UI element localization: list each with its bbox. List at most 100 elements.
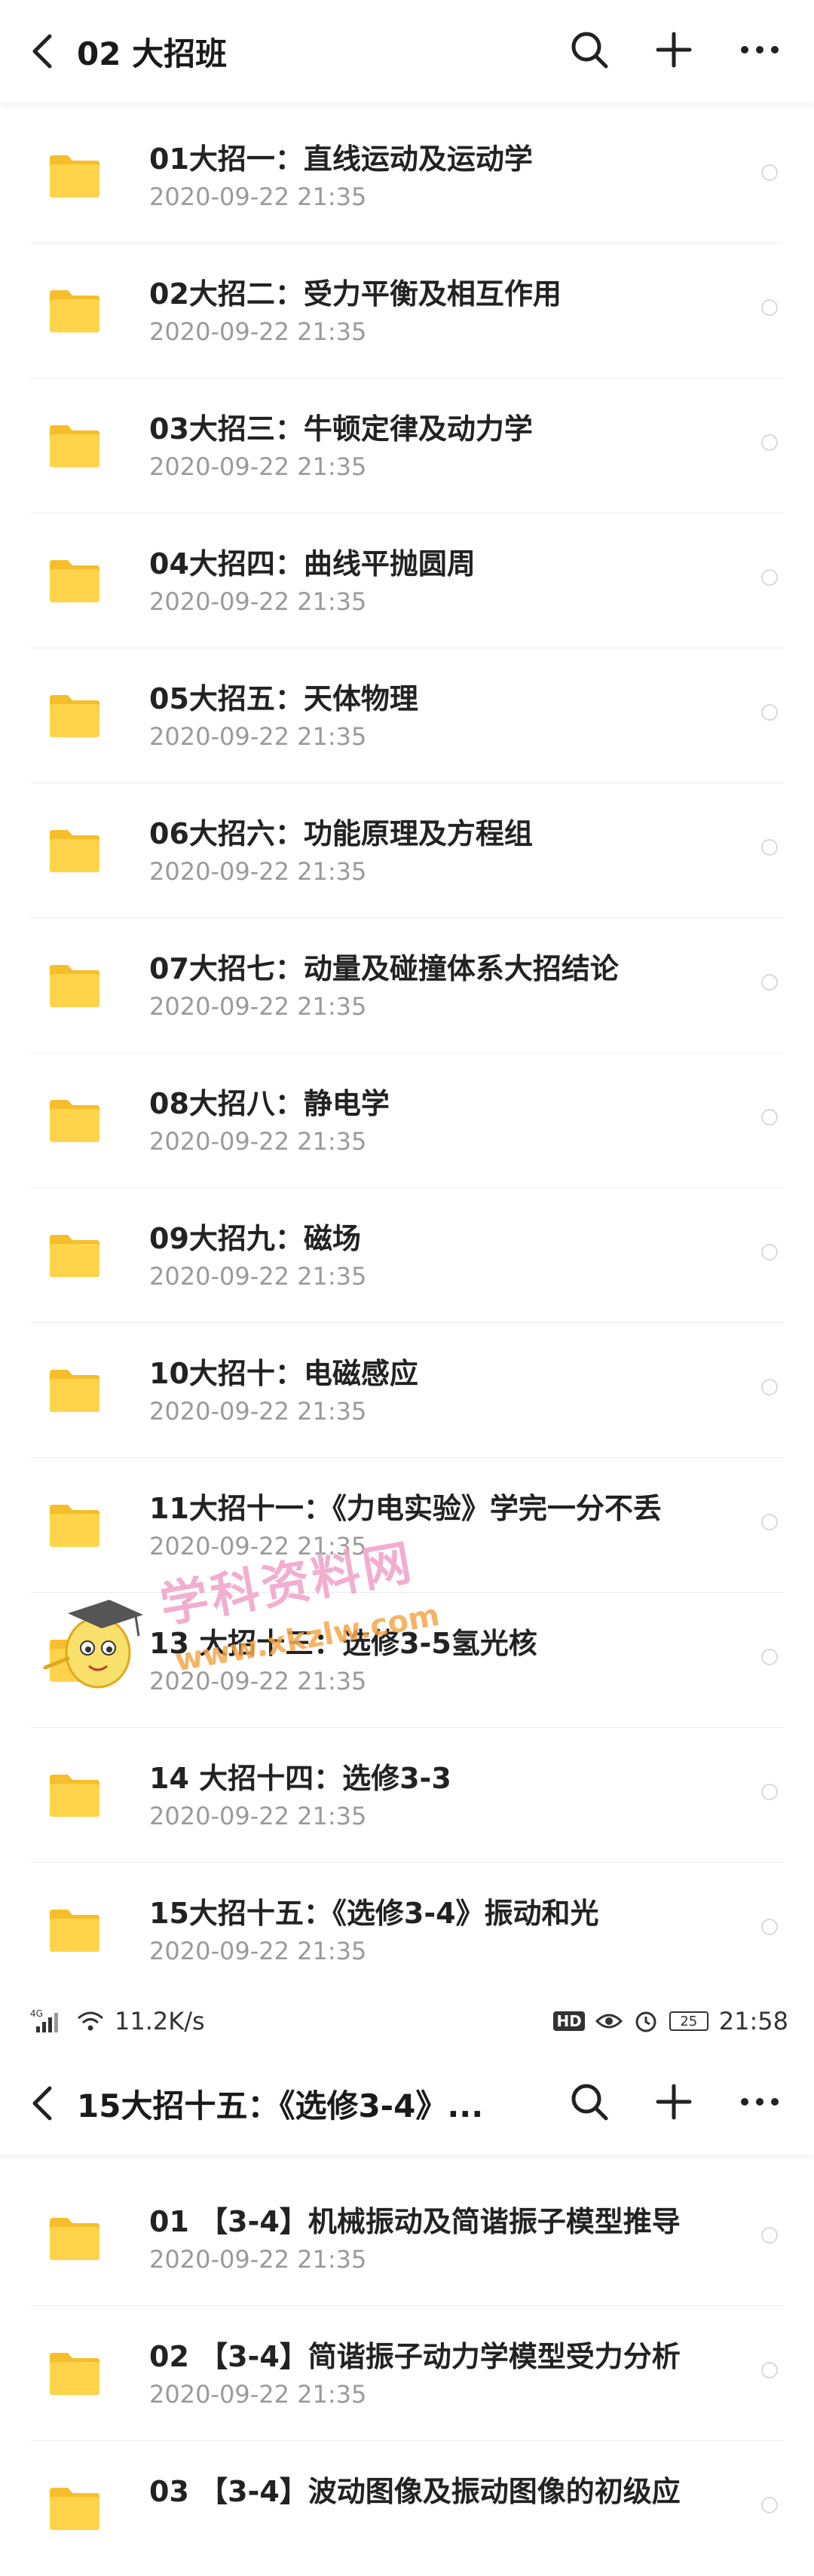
radio-icon[interactable] <box>761 1109 778 1126</box>
radio-icon[interactable] <box>761 164 778 181</box>
add-button[interactable] <box>650 2078 698 2126</box>
item-date: 2020-09-22 21:35 <box>149 1937 367 1965</box>
plus-icon <box>656 32 692 68</box>
radio-icon[interactable] <box>761 1784 778 1800</box>
back-arrow-icon <box>32 2086 52 2121</box>
radio-icon[interactable] <box>761 839 778 856</box>
plus-icon <box>656 2084 692 2120</box>
add-button[interactable] <box>650 26 698 74</box>
item-date: 2020-09-22 21:35 <box>149 1262 367 1291</box>
item-date: 2020-09-22 21:35 <box>149 2380 367 2409</box>
folder-icon <box>50 2353 99 2395</box>
svg-text:4G: 4G <box>30 2008 43 2019</box>
file-list-2: 01 【3-4】机械振动及简谐振子模型推导 2020-09-22 21:35 0… <box>0 2171 814 2576</box>
item-date: 2020-09-22 21:35 <box>149 2245 367 2274</box>
item-name: 08大招八：静电学 <box>149 1087 390 1120</box>
item-name: 01 【3-4】机械振动及简谐振子模型推导 <box>149 2205 681 2238</box>
item-date: 2020-09-22 21:35 <box>149 1397 367 1426</box>
signal-icon: 4G <box>30 2008 58 2032</box>
radio-icon[interactable] <box>761 2227 778 2244</box>
item-date: 2020-09-22 21:35 <box>149 452 367 481</box>
item-name: 14 大招十四：选修3-3 <box>149 1762 451 1795</box>
clock: 21:58 <box>718 2007 788 2035</box>
item-name: 02大招二：受力平衡及相互作用 <box>149 277 562 311</box>
search-icon <box>571 32 608 69</box>
radio-icon[interactable] <box>761 1514 778 1530</box>
list-item[interactable]: 13 大招十三：选修3-5氢光核 2020-09-22 21:35 <box>0 1593 814 1728</box>
search-button[interactable] <box>565 2078 614 2126</box>
list-item[interactable]: 10大招十：电磁感应 2020-09-22 21:35 <box>0 1323 814 1458</box>
list-item[interactable]: 09大招九：磁场 2020-09-22 21:35 <box>0 1188 814 1323</box>
more-button[interactable] <box>736 26 784 74</box>
radio-icon[interactable] <box>761 2497 778 2513</box>
item-name: 02 【3-4】简谐振子动力学模型受力分析 <box>149 2340 681 2373</box>
list-item[interactable]: 01大招一：直线运动及运动学 2020-09-22 21:35 <box>0 109 814 244</box>
battery-level: 25 <box>680 2013 698 2029</box>
status-right: HD 25 21:58 <box>553 2007 788 2035</box>
item-date: 2020-09-22 21:35 <box>149 317 367 346</box>
wifi-icon <box>78 2011 103 2031</box>
item-name: 11大招十一：《力电实验》学完一分不丢 <box>149 1492 662 1525</box>
radio-icon[interactable] <box>761 1379 778 1395</box>
radio-icon[interactable] <box>761 299 778 316</box>
more-button[interactable] <box>736 2078 784 2126</box>
folder-icon <box>50 290 99 332</box>
more-icon <box>741 46 779 54</box>
status-bar: 4G 11.2K/s HD 25 21:58 <box>0 1998 814 2051</box>
search-button[interactable] <box>565 26 614 74</box>
folder-icon <box>50 2218 99 2260</box>
item-name: 07大招七：动量及碰撞体系大招结论 <box>149 952 619 985</box>
more-icon <box>741 2098 779 2106</box>
list-item[interactable]: 07大招七：动量及碰撞体系大招结论 2020-09-22 21:35 <box>0 918 814 1053</box>
back-button[interactable] <box>23 25 60 78</box>
radio-icon[interactable] <box>761 434 778 451</box>
item-date: 2020-09-22 21:35 <box>149 992 367 1021</box>
radio-icon[interactable] <box>761 1649 778 1665</box>
folder-icon <box>50 1235 99 1277</box>
folder-icon <box>50 965 99 1007</box>
list-item[interactable]: 05大招五：天体物理 2020-09-22 21:35 <box>0 648 814 783</box>
item-name: 15大招十五：《选修3-4》振动和光 <box>149 1897 599 1930</box>
radio-icon[interactable] <box>761 704 778 721</box>
network-speed: 11.2K/s <box>115 2007 205 2035</box>
item-name: 13 大招十三：选修3-5氢光核 <box>149 1627 537 1660</box>
list-item[interactable]: 14 大招十四：选修3-3 2020-09-22 21:35 <box>0 1728 814 1863</box>
list-item[interactable]: 06大招六：功能原理及方程组 2020-09-22 21:35 <box>0 783 814 918</box>
alarm-icon <box>635 2011 656 2032</box>
list-item[interactable]: 15大招十五：《选修3-4》振动和光 2020-09-22 21:35 <box>0 1863 814 1998</box>
folder-icon <box>50 830 99 872</box>
list-item[interactable]: 08大招八：静电学 2020-09-22 21:35 <box>0 1053 814 1188</box>
item-name: 09大招九：磁场 <box>149 1222 361 1255</box>
item-name: 05大招五：天体物理 <box>149 682 418 715</box>
list-item[interactable]: 11大招十一：《力电实验》学完一分不丢 2020-09-22 21:35 <box>0 1458 814 1593</box>
folder-icon <box>50 1910 99 1952</box>
item-date: 2020-09-22 21:35 <box>149 587 367 616</box>
list-item[interactable]: 01 【3-4】机械振动及简谐振子模型推导 2020-09-22 21:35 <box>0 2171 814 2306</box>
folder-icon <box>50 1505 99 1547</box>
item-date: 2020-09-22 21:35 <box>149 1667 367 1695</box>
item-name: 10大招十：电磁感应 <box>149 1357 418 1390</box>
list-item[interactable]: 04大招四：曲线平抛圆周 2020-09-22 21:35 <box>0 513 814 648</box>
radio-icon[interactable] <box>761 974 778 991</box>
folder-icon <box>50 155 99 198</box>
list-item[interactable]: 02 【3-4】简谐振子动力学模型受力分析 2020-09-22 21:35 <box>0 2306 814 2441</box>
folder-icon <box>50 1640 99 1682</box>
radio-icon[interactable] <box>761 1244 778 1260</box>
item-name: 01大招一：直线运动及运动学 <box>149 142 533 176</box>
page-title: 02 大招班 <box>77 35 228 72</box>
radio-icon[interactable] <box>761 1919 778 1935</box>
list-item[interactable]: 03大招三：牛顿定律及动力学 2020-09-22 21:35 <box>0 378 814 513</box>
hd-badge: HD <box>553 2011 585 2031</box>
eye-icon <box>595 2014 623 2029</box>
list-item[interactable]: 02大招二：受力平衡及相互作用 2020-09-22 21:35 <box>0 244 814 378</box>
back-button[interactable] <box>23 2077 60 2130</box>
search-icon <box>571 2084 608 2121</box>
radio-icon[interactable] <box>761 569 778 586</box>
item-date: 2020-09-22 21:35 <box>149 857 367 886</box>
list-item[interactable]: 03 【3-4】波动图像及振动图像的初级应 <box>0 2441 814 2576</box>
radio-icon[interactable] <box>761 2362 778 2378</box>
item-date: 2020-09-22 21:35 <box>149 182 367 211</box>
folder-icon <box>50 560 99 602</box>
page-title: 15大招十五：《选修3-4》... <box>77 2087 484 2124</box>
folder-icon <box>50 425 99 467</box>
